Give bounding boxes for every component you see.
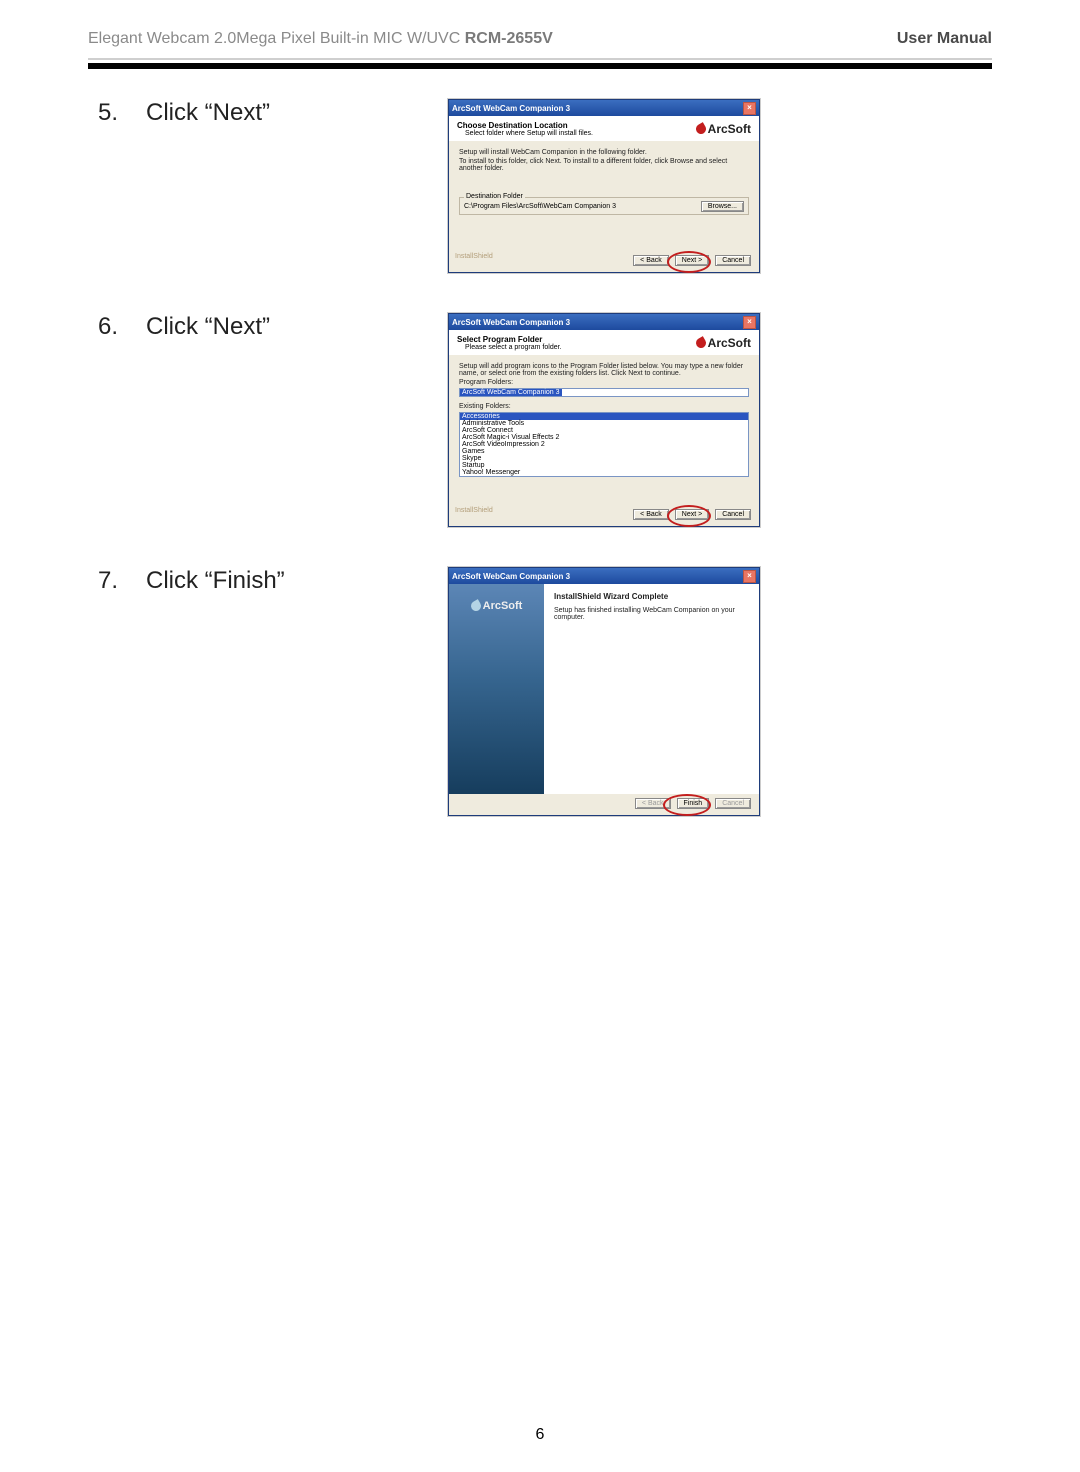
finish-button[interactable]: Finish (677, 798, 710, 809)
heading-bold: Choose Destination Location (457, 121, 593, 130)
cancel-button[interactable]: Cancel (715, 255, 751, 266)
product-line: Elegant Webcam 2.0Mega Pixel Built-in MI… (88, 30, 465, 47)
list-item[interactable]: Accessories (460, 413, 748, 420)
logo-mark-icon (694, 122, 708, 136)
body-text-1: Setup will install WebCam Companion in t… (459, 149, 749, 156)
list-item[interactable]: ArcSoft VideoImpression 2 (460, 441, 748, 448)
back-button[interactable]: < Back (633, 509, 669, 520)
next-button[interactable]: Next > (675, 255, 709, 266)
dialog-footer: InstallShield < Back Next > Cancel (449, 505, 759, 526)
heading-bold: Select Program Folder (457, 335, 562, 344)
fieldset-legend: Destination Folder (464, 193, 525, 200)
heading-sub: Please select a program folder. (457, 344, 562, 351)
program-folder-value: ArcSoft WebCam Companion 3 (460, 389, 562, 396)
installer-dialog-destination: ArcSoft WebCam Companion 3 × Choose Dest… (448, 99, 760, 273)
list-item[interactable]: ArcSoft Magic-i Visual Effects 2 (460, 434, 748, 441)
finish-heading: InstallShield Wizard Complete (554, 592, 749, 601)
logo-mark-icon (469, 599, 483, 613)
finish-right-panel: InstallShield Wizard Complete Setup has … (544, 584, 759, 794)
step-5: 5. Click “Next” (88, 99, 418, 127)
dialog-heading: Choose Destination Location Select folde… (449, 116, 759, 141)
window-title: ArcSoft WebCam Companion 3 (452, 572, 570, 581)
step-number: 7. (88, 567, 118, 595)
existing-folders-label: Existing Folders: (459, 403, 749, 410)
list-item[interactable]: Games (460, 448, 748, 455)
titlebar[interactable]: ArcSoft WebCam Companion 3 × (449, 314, 759, 330)
next-button[interactable]: Next > (675, 509, 709, 520)
close-icon[interactable]: × (743, 570, 756, 583)
body-text-2: To install to this folder, click Next. T… (459, 158, 749, 172)
arcsoft-logo: ArcSoft (471, 600, 523, 612)
destination-folder-box: Destination Folder C:\Program Files\ArcS… (459, 197, 749, 215)
body-text: Setup will add program icons to the Prog… (459, 363, 749, 377)
page-number: 6 (0, 1426, 1080, 1444)
step-instruction: Click “Next” (146, 313, 270, 341)
close-icon[interactable]: × (743, 316, 756, 329)
list-item[interactable]: Administrative Tools (460, 420, 748, 427)
step-number: 5. (88, 99, 118, 127)
step-instruction: Click “Next” (146, 99, 270, 127)
header-manual-label: User Manual (897, 30, 992, 48)
finish-body-text: Setup has finished installing WebCam Com… (554, 607, 735, 621)
dialog-footer: < Back Finish Cancel (449, 794, 759, 815)
step-number: 6. (88, 313, 118, 341)
titlebar[interactable]: ArcSoft WebCam Companion 3 × (449, 568, 759, 584)
arcsoft-logo: ArcSoft (696, 122, 751, 136)
installer-dialog-program-folder: ArcSoft WebCam Companion 3 × Select Prog… (448, 313, 760, 527)
model: RCM-2655V (465, 30, 553, 47)
arcsoft-logo: ArcSoft (696, 336, 751, 350)
back-button: < Back (635, 798, 671, 809)
list-item[interactable]: Skype (460, 455, 748, 462)
cancel-button: Cancel (715, 798, 751, 809)
step-instruction: Click “Finish” (146, 567, 285, 595)
list-item[interactable]: ArcSoft Connect (460, 427, 748, 434)
divider-thick (88, 63, 992, 69)
logo-mark-icon (694, 336, 708, 350)
step-7: 7. Click “Finish” (88, 567, 418, 595)
dialog-heading: Select Program Folder Please select a pr… (449, 330, 759, 355)
browse-button[interactable]: Browse... (701, 201, 744, 212)
window-title: ArcSoft WebCam Companion 3 (452, 318, 570, 327)
install-path: C:\Program Files\ArcSoft\WebCam Companio… (464, 203, 616, 210)
close-icon[interactable]: × (743, 102, 756, 115)
page-header: Elegant Webcam 2.0Mega Pixel Built-in MI… (88, 30, 992, 58)
titlebar[interactable]: ArcSoft WebCam Companion 3 × (449, 100, 759, 116)
cancel-button[interactable]: Cancel (715, 509, 751, 520)
list-item[interactable]: Startup (460, 462, 748, 469)
heading-sub: Select folder where Setup will install f… (457, 130, 593, 137)
existing-folders-list[interactable]: Accessories Administrative Tools ArcSoft… (459, 412, 749, 477)
dialog-footer: InstallShield < Back Next > Cancel (449, 251, 759, 272)
list-item[interactable]: Yahoo! Messenger (460, 469, 748, 476)
installshield-label: InstallShield (455, 507, 493, 514)
installshield-label: InstallShield (455, 253, 493, 260)
back-button[interactable]: < Back (633, 255, 669, 266)
header-title: Elegant Webcam 2.0Mega Pixel Built-in MI… (88, 30, 553, 48)
program-folders-label: Program Folders: (459, 379, 749, 386)
step-6: 6. Click “Next” (88, 313, 418, 341)
finish-left-panel: ArcSoft (449, 584, 544, 794)
window-title: ArcSoft WebCam Companion 3 (452, 104, 570, 113)
program-folder-input[interactable]: ArcSoft WebCam Companion 3 (459, 388, 749, 397)
installer-dialog-finish: ArcSoft WebCam Companion 3 × ArcSoft Ins… (448, 567, 760, 816)
divider-thin (88, 58, 992, 60)
